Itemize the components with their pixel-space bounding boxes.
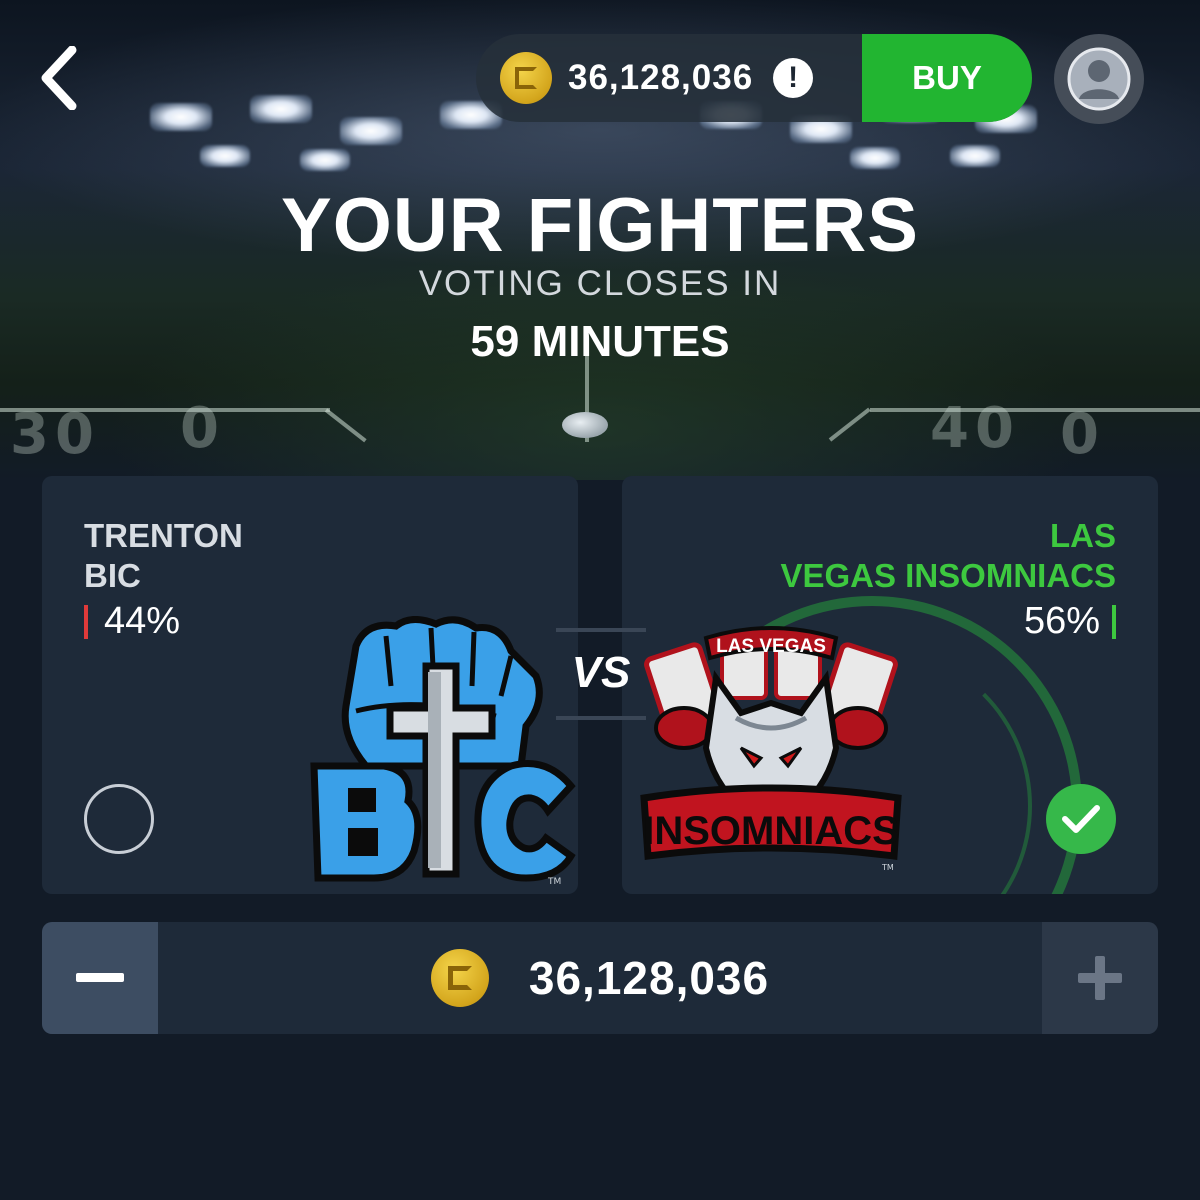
buy-button[interactable]: BUY xyxy=(862,34,1032,122)
las-vegas-insomniacs-logo: INSOMNIACS LAS VEGAS TM xyxy=(636,618,906,878)
select-radio-unchecked[interactable] xyxy=(84,784,154,854)
increase-wager-button[interactable] xyxy=(1042,922,1158,1034)
las-vegas-wordmark: LAS VEGAS xyxy=(716,636,826,657)
wager-amount: 36,128,036 xyxy=(528,952,770,1004)
coin-balance: 36,128,036 xyxy=(568,58,754,97)
alert-icon[interactable]: ! xyxy=(773,58,814,98)
plus-icon xyxy=(1078,956,1122,1000)
back-button[interactable] xyxy=(28,40,88,116)
checkmark-icon xyxy=(1062,805,1100,833)
decrease-wager-button[interactable] xyxy=(42,922,158,1034)
trenton-bic-logo: TM xyxy=(296,616,586,896)
coin-icon xyxy=(430,949,489,1007)
insomniacs-wordmark: INSOMNIACS xyxy=(643,809,899,853)
percentage-bar-indicator xyxy=(84,604,88,639)
football-icon xyxy=(562,412,608,438)
percentage-bar-indicator xyxy=(1112,604,1116,639)
coin-icon xyxy=(500,52,552,104)
minus-icon xyxy=(76,973,124,982)
svg-text:TM: TM xyxy=(881,863,894,872)
voting-closes-label: VOTING CLOSES IN xyxy=(418,264,782,303)
user-avatar-icon xyxy=(1067,47,1131,111)
select-radio-checked[interactable] xyxy=(1046,784,1116,854)
chevron-left-icon xyxy=(41,46,77,110)
voting-countdown: 59 MINUTES xyxy=(470,317,730,366)
page-title: YOUR FIGHTERS xyxy=(281,183,919,268)
vote-percentage: 44% xyxy=(84,600,180,643)
currency-balance-bar: 36,128,036 ! BUY xyxy=(476,34,1032,122)
wager-amount-display: 36,128,036 xyxy=(158,922,1042,1034)
team-name: LAS VEGAS INSOMNIACS xyxy=(780,517,1116,594)
svg-text:TM: TM xyxy=(547,877,561,887)
profile-button[interactable] xyxy=(1054,34,1144,124)
team-name: TRENTON BIC xyxy=(84,517,243,594)
wager-stepper: 36,128,036 xyxy=(42,922,1158,1034)
vote-percentage: 56% xyxy=(1024,600,1116,643)
